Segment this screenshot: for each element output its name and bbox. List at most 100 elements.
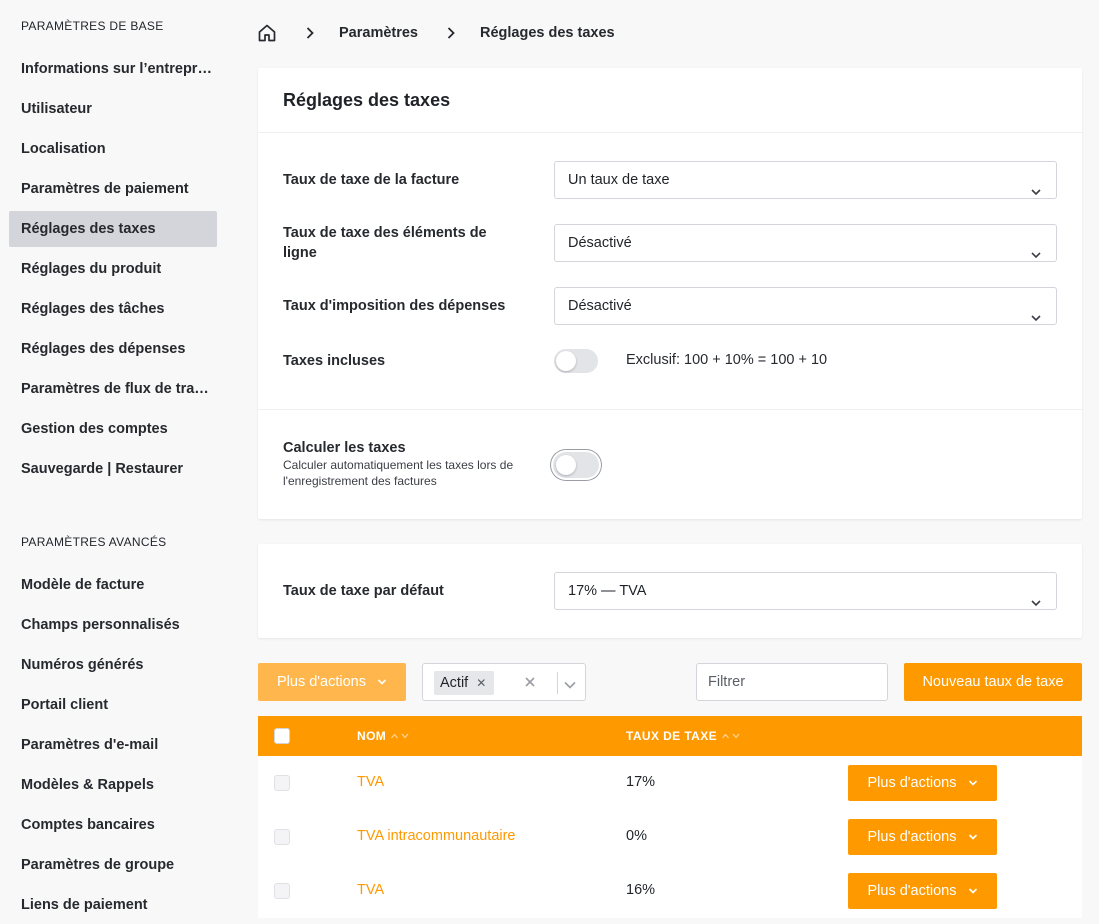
chevron-right-icon: [305, 26, 317, 40]
chevron-down-icon: [377, 678, 387, 686]
default-tax-select[interactable]: 17% — TVA: [554, 572, 1057, 610]
card-title: Réglages des taxes: [283, 90, 451, 110]
status-chip-label: Actif: [440, 675, 469, 691]
basic-settings-heading: PARAMÈTRES DE BASE: [21, 19, 164, 33]
home-icon[interactable]: [257, 22, 277, 44]
tax-name-link[interactable]: TVA intracommunautaire: [357, 828, 516, 844]
calculate-taxes-toggle[interactable]: [553, 452, 599, 478]
row-checkbox[interactable]: [274, 829, 290, 845]
bulk-actions-button[interactable]: Plus d'actions: [258, 663, 406, 701]
toggle-knob: [556, 455, 576, 475]
chevron-down-icon: [1030, 301, 1042, 337]
remove-chip-icon[interactable]: ✕: [476, 676, 486, 690]
sidebar-item-generated-numbers[interactable]: Numéros générés: [9, 647, 217, 683]
table-row: TVA 17% Plus d'actions: [258, 756, 1082, 810]
clear-icon[interactable]: [523, 675, 537, 692]
settings-sidebar: PARAMÈTRES DE BASE Informations sur l’en…: [0, 0, 226, 924]
line-item-tax-label: Taux de taxe des éléments de ligne: [283, 225, 487, 261]
expense-tax-value: Désactivé: [568, 298, 632, 314]
expense-tax-label: Taux d'imposition des dépenses: [283, 298, 506, 314]
chevron-down-icon: [1030, 586, 1042, 622]
sidebar-item-invoice-design[interactable]: Modèle de facture: [9, 567, 217, 603]
chevron-down-icon: [968, 779, 978, 787]
separator: [557, 672, 558, 694]
tax-rate-value: 17%: [626, 774, 656, 790]
new-tax-rate-label: Nouveau taux de taxe: [922, 674, 1064, 690]
calculate-taxes-label: Calculer les taxes: [283, 440, 406, 456]
chevron-down-icon: [1030, 238, 1042, 274]
sidebar-item-product-settings[interactable]: Réglages du produit: [9, 251, 217, 287]
tax-rate-value: 16%: [626, 882, 656, 898]
chevron-down-icon[interactable]: [563, 677, 577, 693]
status-chip-active: Actif ✕: [434, 671, 495, 695]
expense-tax-select[interactable]: Désactivé: [554, 287, 1057, 325]
column-name-label: NOM: [357, 729, 387, 743]
sidebar-item-user[interactable]: Utilisateur: [9, 91, 217, 127]
tax-rate-value: 0%: [626, 828, 647, 844]
bulk-actions-label: Plus d'actions: [276, 674, 366, 690]
chevron-down-icon: [1030, 175, 1042, 211]
tax-settings-card: Réglages des taxes Taux de taxe de la fa…: [258, 68, 1082, 519]
breadcrumb-settings[interactable]: Paramètres: [339, 25, 418, 41]
chevron-down-icon: [968, 833, 978, 841]
sidebar-item-backup-restore[interactable]: Sauvegarde | Restaurer: [9, 451, 217, 487]
row-actions-button[interactable]: Plus d'actions: [848, 819, 997, 855]
sidebar-item-workflow-settings[interactable]: Paramètres de flux de tra…: [9, 371, 217, 407]
tax-name-link[interactable]: TVA: [357, 774, 384, 790]
invoice-tax-value: Un taux de taxe: [568, 172, 670, 188]
breadcrumb-tax-settings: Réglages des taxes: [480, 25, 615, 41]
invoice-tax-label: Taux de taxe de la facture: [283, 172, 460, 188]
default-tax-card: Taux de taxe par défaut 17% — TVA: [258, 544, 1082, 638]
advanced-settings-heading: PARAMÈTRES AVANCÉS: [21, 535, 167, 549]
tax-name-link[interactable]: TVA: [357, 882, 384, 898]
divider: [258, 132, 1082, 133]
filter-input[interactable]: [696, 663, 888, 701]
sidebar-item-client-portal[interactable]: Portail client: [9, 687, 217, 723]
chevron-right-icon: [446, 26, 458, 40]
divider: [258, 409, 1082, 410]
sidebar-item-email-settings[interactable]: Paramètres d'e-mail: [9, 727, 217, 763]
row-actions-button[interactable]: Plus d'actions: [848, 873, 997, 909]
inclusive-taxes-hint: Exclusif: 100 + 10% = 100 + 10: [626, 352, 828, 368]
sidebar-item-account-management[interactable]: Gestion des comptes: [9, 411, 217, 447]
sidebar-item-payment-settings[interactable]: Paramètres de paiement: [9, 171, 217, 207]
sidebar-item-task-settings[interactable]: Réglages des tâches: [9, 291, 217, 327]
default-tax-value: 17% — TVA: [568, 583, 647, 599]
table-row: TVA intracommunautaire 0% Plus d'actions: [258, 810, 1082, 864]
toggle-knob: [556, 351, 576, 371]
column-header-name[interactable]: NOM: [357, 729, 410, 743]
sidebar-item-company-info[interactable]: Informations sur l’entrepr…: [9, 51, 217, 87]
row-actions-label: Plus d'actions: [867, 775, 957, 791]
breadcrumb: Paramètres Réglages des taxes: [257, 20, 615, 46]
row-checkbox[interactable]: [274, 883, 290, 899]
inclusive-taxes-toggle[interactable]: [554, 349, 598, 373]
row-actions-label: Plus d'actions: [867, 829, 957, 845]
sidebar-item-localization[interactable]: Localisation: [9, 131, 217, 167]
row-actions-button[interactable]: Plus d'actions: [848, 765, 997, 801]
column-tax-rate-label: TAUX DE TAXE: [626, 729, 718, 743]
select-all-checkbox[interactable]: [274, 728, 290, 744]
column-header-tax-rate[interactable]: TAUX DE TAXE: [626, 729, 741, 743]
sidebar-item-templates-reminders[interactable]: Modèles & Rappels: [9, 767, 217, 803]
status-filter-select[interactable]: Actif ✕: [422, 663, 586, 701]
calculate-taxes-help: Calculer automatiquement les taxes lors …: [283, 458, 514, 488]
inclusive-taxes-label: Taxes incluses: [283, 353, 386, 369]
sidebar-item-payment-links[interactable]: Liens de paiement: [9, 887, 217, 923]
sort-icon: [721, 732, 741, 740]
table-header: NOM TAUX DE TAXE: [258, 716, 1082, 756]
default-tax-label: Taux de taxe par défaut: [283, 583, 444, 599]
sidebar-item-bank-accounts[interactable]: Comptes bancaires: [9, 807, 217, 843]
row-checkbox[interactable]: [274, 775, 290, 791]
chevron-down-icon: [968, 887, 978, 895]
invoice-tax-select[interactable]: Un taux de taxe: [554, 161, 1057, 199]
line-item-tax-value: Désactivé: [568, 235, 632, 251]
line-item-tax-select[interactable]: Désactivé: [554, 224, 1057, 262]
table-row: TVA 16% Plus d'actions: [258, 864, 1082, 918]
sort-icon: [390, 732, 410, 740]
new-tax-rate-button[interactable]: Nouveau taux de taxe: [904, 663, 1082, 701]
sidebar-item-expense-settings[interactable]: Réglages des dépenses: [9, 331, 217, 367]
sidebar-item-group-settings[interactable]: Paramètres de groupe: [9, 847, 217, 883]
sidebar-item-tax-settings[interactable]: Réglages des taxes: [9, 211, 217, 247]
sidebar-item-custom-fields[interactable]: Champs personnalisés: [9, 607, 217, 643]
row-actions-label: Plus d'actions: [867, 883, 957, 899]
